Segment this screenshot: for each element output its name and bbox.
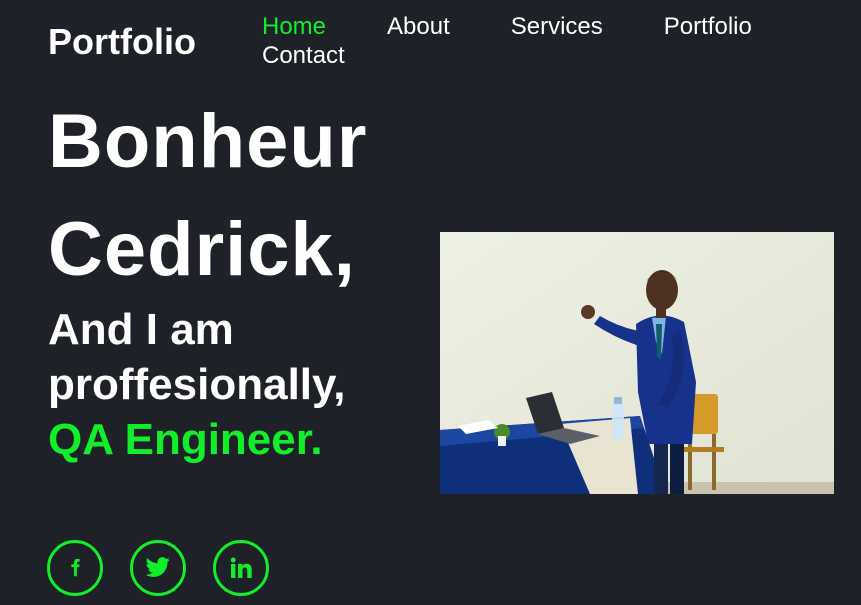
presenter-photo <box>440 232 834 494</box>
nav-services[interactable]: Services <box>511 12 603 41</box>
nav-about[interactable]: About <box>387 12 450 41</box>
hero-role: QA Engineer. <box>48 415 323 464</box>
facebook-link[interactable] <box>47 540 103 596</box>
main-nav: Home About Services Portfolio Contact <box>262 12 822 70</box>
hero-name-last: Cedrick, <box>48 207 356 292</box>
nav-home[interactable]: Home <box>262 12 326 41</box>
site-logo[interactable]: Portfolio <box>48 20 196 64</box>
linkedin-icon <box>230 557 252 578</box>
twitter-link[interactable] <box>130 540 186 596</box>
hero-name: Bonheur Cedrick, <box>48 88 367 304</box>
hero-intro-line1: And I am <box>48 305 234 354</box>
nav-portfolio[interactable]: Portfolio <box>664 12 752 41</box>
facebook-icon <box>71 558 80 577</box>
twitter-icon <box>145 557 170 577</box>
hero-intro: And I am proffesionally, QA Engineer. <box>48 302 345 467</box>
social-links <box>47 540 269 596</box>
linkedin-link[interactable] <box>213 540 269 596</box>
nav-contact[interactable]: Contact <box>262 41 345 70</box>
hero-name-first: Bonheur <box>48 99 368 184</box>
hero-intro-line2: proffesionally, <box>48 360 346 409</box>
presenter-photo-illustration <box>440 232 834 494</box>
